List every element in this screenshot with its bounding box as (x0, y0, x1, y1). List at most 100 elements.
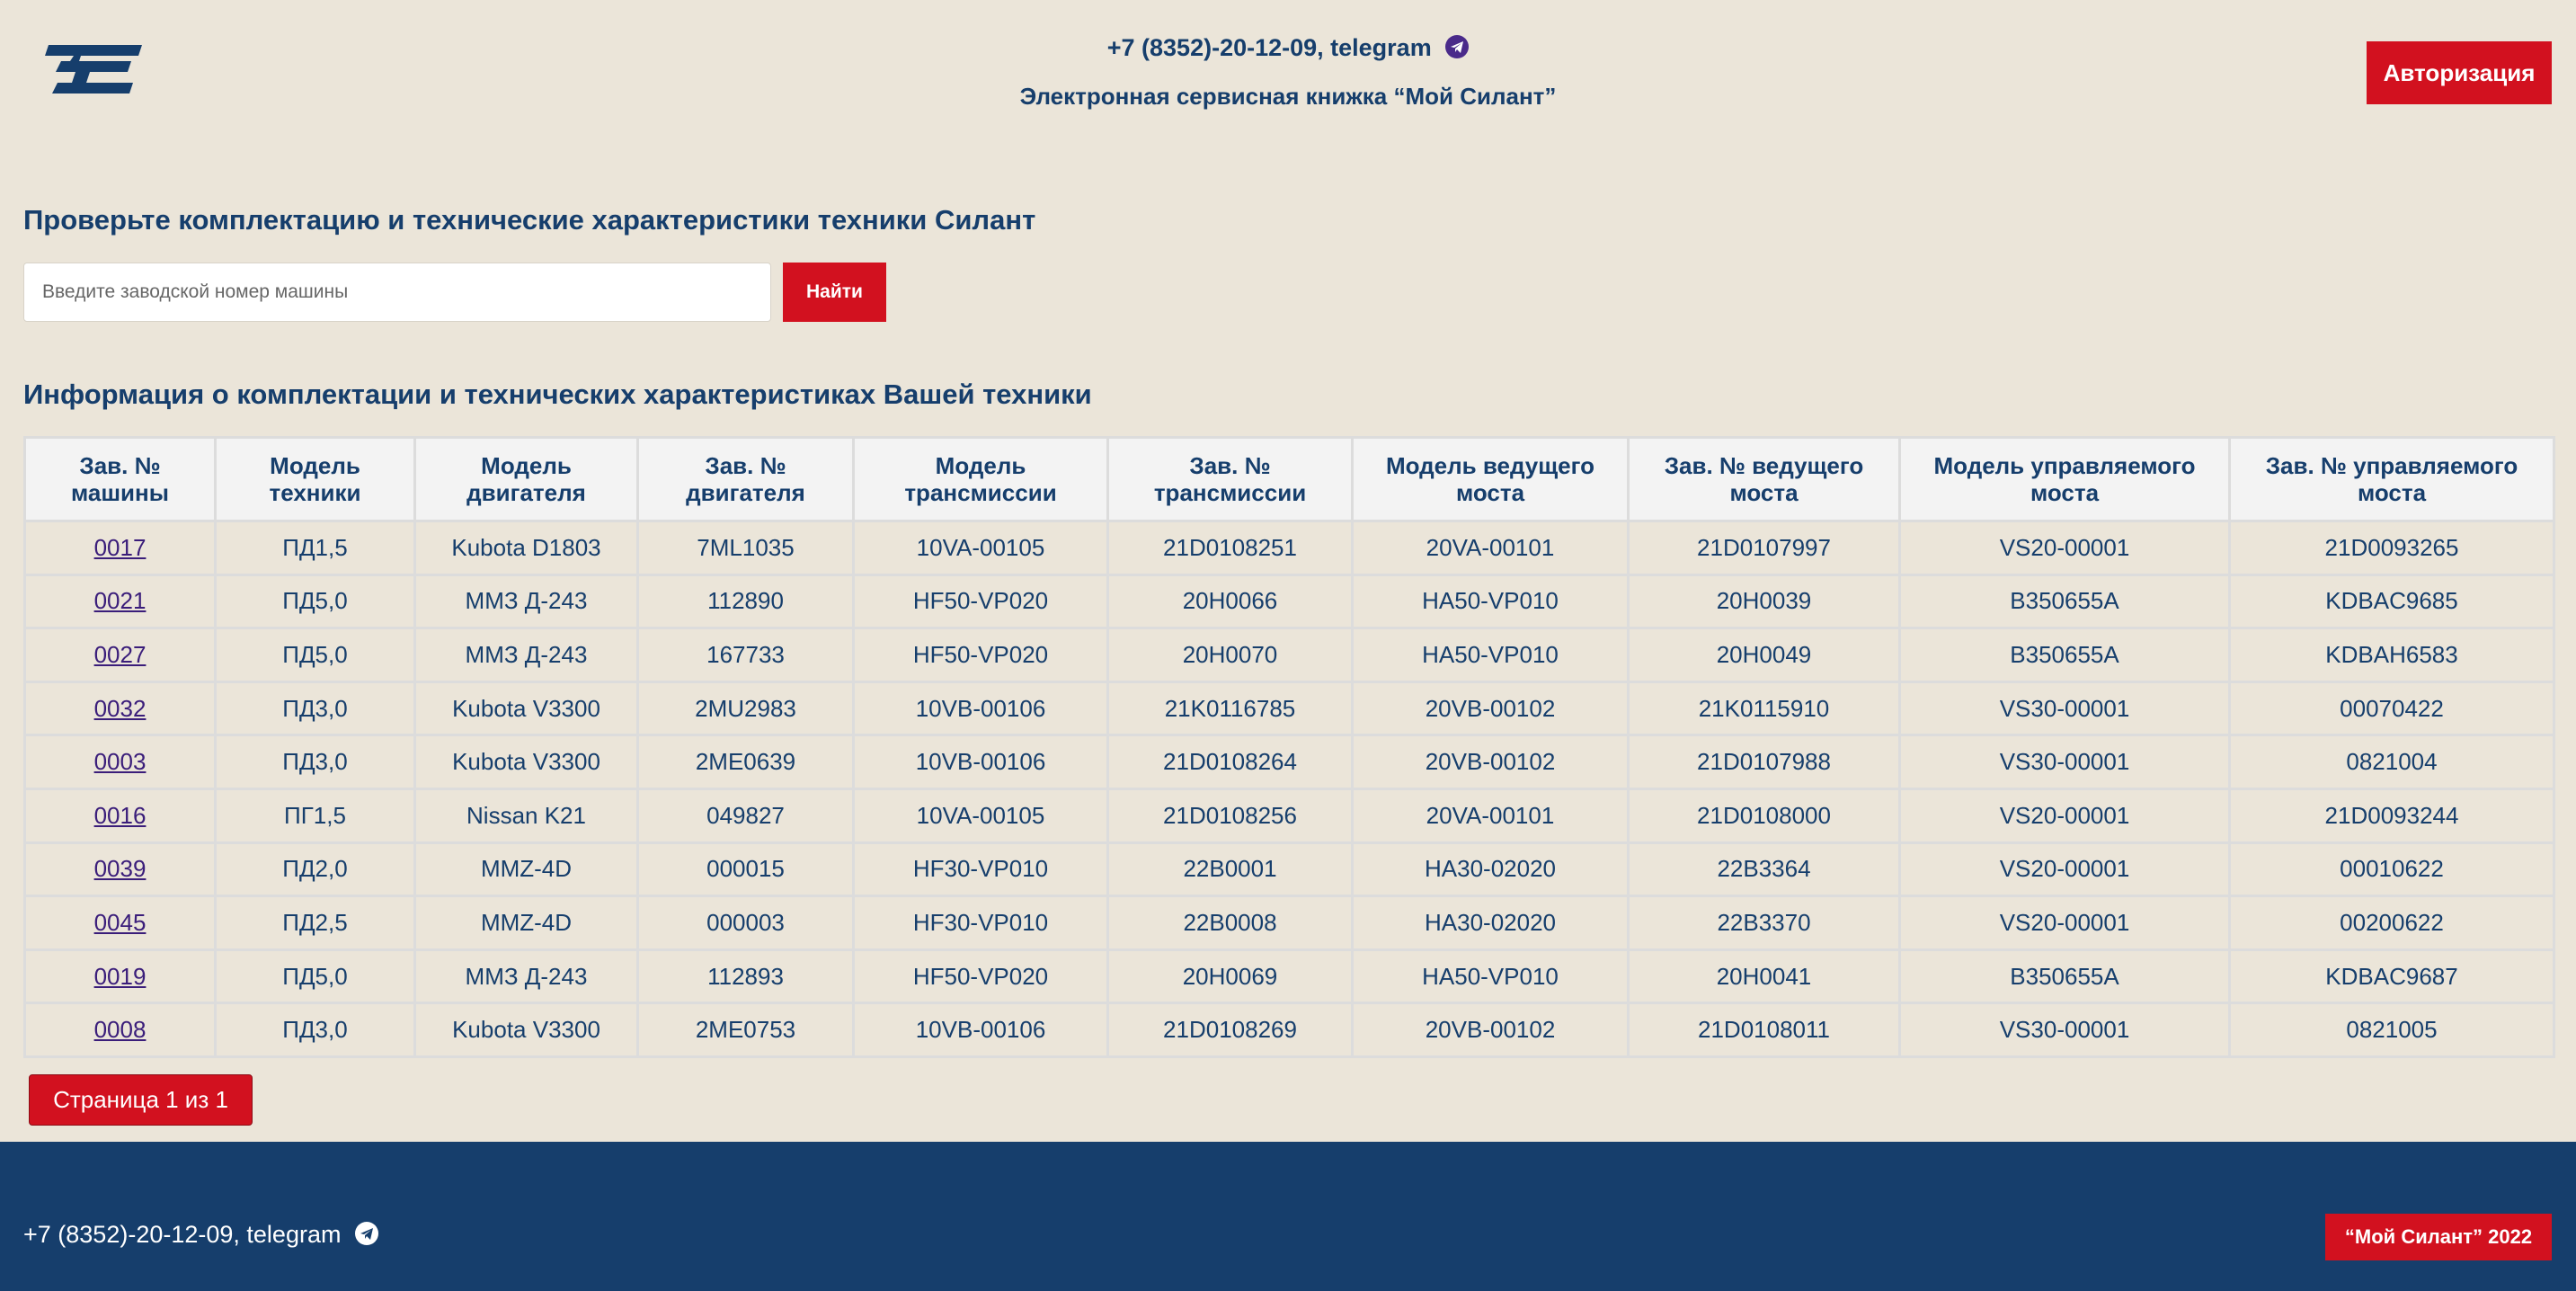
cell-steer-axle-number: KDBAC9687 (2228, 948, 2555, 1005)
cell-steer-axle-number: 21D0093265 (2228, 520, 2555, 576)
telegram-icon[interactable] (354, 1222, 378, 1251)
col-header-drive-axle-number: Зав. № ведущего моста (1627, 436, 1901, 522)
col-header-steer-axle-model: Модель управляемого моста (1898, 436, 2231, 522)
machine-number-link[interactable]: 0039 (94, 855, 147, 882)
cell-drive-axle-number: 20H0041 (1627, 948, 1901, 1005)
cell-engine-number: 167733 (636, 627, 855, 683)
cell-machine-model: ПД3,0 (214, 1002, 416, 1058)
cell-machine-model: ПД1,5 (214, 520, 416, 576)
copyright-badge: “Мой Силант” 2022 (2325, 1214, 2552, 1260)
cell-machine-model: ПГ1,5 (214, 787, 416, 844)
cell-engine-model: Kubota V3300 (413, 680, 639, 737)
cell-steer-axle-number: 0821004 (2228, 734, 2555, 790)
cell-transmission-model: HF50-VP020 (852, 573, 1109, 630)
cell-machine-model: ПД5,0 (214, 948, 416, 1005)
cell-engine-number: 7ML1035 (636, 520, 855, 576)
telegram-icon[interactable] (1445, 35, 1470, 65)
cell-machine-number: 0039 (23, 841, 217, 898)
machine-number-link[interactable]: 0008 (94, 1016, 147, 1043)
col-header-transmission-model: Модель трансмиссии (852, 436, 1109, 522)
pagination-button[interactable]: Страница 1 из 1 (29, 1074, 253, 1126)
machine-number-link[interactable]: 0045 (94, 909, 147, 936)
cell-transmission-model: HF50-VP020 (852, 627, 1109, 683)
cell-engine-model: Nissan K21 (413, 787, 639, 844)
cell-drive-axle-model: 20VB-00102 (1351, 734, 1630, 790)
cell-steer-axle-number: 00010622 (2228, 841, 2555, 898)
cell-transmission-number: 21D0108251 (1106, 520, 1354, 576)
cell-engine-model: MMZ-4D (413, 841, 639, 898)
cell-drive-axle-number: 20H0039 (1627, 573, 1901, 630)
cell-engine-number: 000015 (636, 841, 855, 898)
cell-engine-number: 049827 (636, 787, 855, 844)
cell-transmission-number: 20H0066 (1106, 573, 1354, 630)
cell-transmission-model: 10VA-00105 (852, 520, 1109, 576)
cell-engine-number: 000003 (636, 895, 855, 951)
cell-engine-model: MMZ-4D (413, 895, 639, 951)
cell-steer-axle-model: VS20-00001 (1898, 841, 2231, 898)
footer-contact-text: +7 (8352)-20-12-09, telegram (23, 1221, 342, 1248)
col-header-engine-number: Зав. № двигателя (636, 436, 855, 522)
col-header-transmission-number: Зав. № трансмиссии (1106, 436, 1354, 522)
cell-drive-axle-number: 21D0107997 (1627, 520, 1901, 576)
cell-transmission-model: HF30-VP010 (852, 841, 1109, 898)
cell-engine-model: Kubota V3300 (413, 734, 639, 790)
cell-machine-number: 0016 (23, 787, 217, 844)
cell-machine-number: 0019 (23, 948, 217, 1005)
cell-drive-axle-model: HA30-02020 (1351, 895, 1630, 951)
col-header-steer-axle-number: Зав. № управляемого моста (2228, 436, 2555, 522)
table-row: 0045 ПД2,5 MMZ-4D 000003 HF30-VP010 22B0008 HA… (23, 895, 2555, 951)
cell-steer-axle-model: VS20-00001 (1898, 520, 2231, 576)
cell-steer-axle-number: 00200622 (2228, 895, 2555, 951)
cell-transmission-number: 20H0069 (1106, 948, 1354, 1005)
search-button[interactable]: Найти (783, 263, 886, 322)
cell-transmission-number: 21D0108269 (1106, 1002, 1354, 1058)
table-row: 0021 ПД5,0 ММЗ Д-243 112890 HF50-VP020 20H006… (23, 573, 2555, 630)
cell-transmission-number: 21D0108264 (1106, 734, 1354, 790)
table-section-title: Информация о комплектации и технических … (23, 378, 1092, 410)
header-contact: +7 (8352)-20-12-09, telegram (0, 34, 2576, 65)
cell-engine-model: Kubota D1803 (413, 520, 639, 576)
cell-machine-number: 0027 (23, 627, 217, 683)
table-row: 0019 ПД5,0 ММЗ Д-243 112893 HF50-VP020 20H006… (23, 948, 2555, 1005)
machine-number-link[interactable]: 0032 (94, 695, 147, 722)
cell-drive-axle-model: HA50-VP010 (1351, 948, 1630, 1005)
machine-number-link[interactable]: 0003 (94, 748, 147, 775)
cell-drive-axle-number: 22B3364 (1627, 841, 1901, 898)
cell-engine-number: 112890 (636, 573, 855, 630)
machines-table: Зав. № машины Модель техники Модель двигате… (23, 436, 2555, 1058)
cell-machine-number: 0017 (23, 520, 217, 576)
cell-machine-model: ПД2,0 (214, 841, 416, 898)
cell-steer-axle-model: B350655A (1898, 627, 2231, 683)
machine-number-link[interactable]: 0027 (94, 641, 147, 668)
cell-drive-axle-number: 21D0107988 (1627, 734, 1901, 790)
cell-transmission-model: 10VA-00105 (852, 787, 1109, 844)
cell-engine-number: 2MU2983 (636, 680, 855, 737)
cell-drive-axle-model: HA50-VP010 (1351, 627, 1630, 683)
cell-steer-axle-model: VS20-00001 (1898, 787, 2231, 844)
auth-button[interactable]: Авторизация (2367, 41, 2552, 104)
footer: +7 (8352)-20-12-09, telegram “Мой Силант… (0, 1142, 2576, 1291)
machine-number-link[interactable]: 0016 (94, 802, 147, 829)
table-row: 0027 ПД5,0 ММЗ Д-243 167733 HF50-VP020 20H007… (23, 627, 2555, 683)
col-header-engine-model: Модель двигателя (413, 436, 639, 522)
cell-drive-axle-model: HA30-02020 (1351, 841, 1630, 898)
header-subtitle: Электронная сервисная книжка “Мой Силант… (1019, 83, 1557, 110)
machine-number-link[interactable]: 0021 (94, 587, 147, 614)
table-header-row: Зав. № машины Модель техники Модель двигате… (23, 436, 2555, 522)
col-header-drive-axle-model: Модель ведущего моста (1351, 436, 1630, 522)
search-input[interactable] (23, 263, 771, 322)
cell-transmission-number: 21D0108256 (1106, 787, 1354, 844)
cell-steer-axle-number: KDBAH6583 (2228, 627, 2555, 683)
cell-engine-number: 112893 (636, 948, 855, 1005)
cell-engine-number: 2ME0639 (636, 734, 855, 790)
table-row: 0003 ПД3,0 Kubota V3300 2ME0639 10VB-00106 21… (23, 734, 2555, 790)
cell-transmission-model: HF30-VP010 (852, 895, 1109, 951)
footer-contact: +7 (8352)-20-12-09, telegram (23, 1221, 378, 1251)
table-row: 0016 ПГ1,5 Nissan K21 049827 10VA-00105 21D01… (23, 787, 2555, 844)
cell-steer-axle-number: 21D0093244 (2228, 787, 2555, 844)
col-header-machine-model: Модель техники (214, 436, 416, 522)
cell-drive-axle-model: 20VA-00101 (1351, 520, 1630, 576)
machine-number-link[interactable]: 0017 (94, 534, 147, 561)
machine-number-link[interactable]: 0019 (94, 963, 147, 990)
cell-machine-model: ПД5,0 (214, 627, 416, 683)
